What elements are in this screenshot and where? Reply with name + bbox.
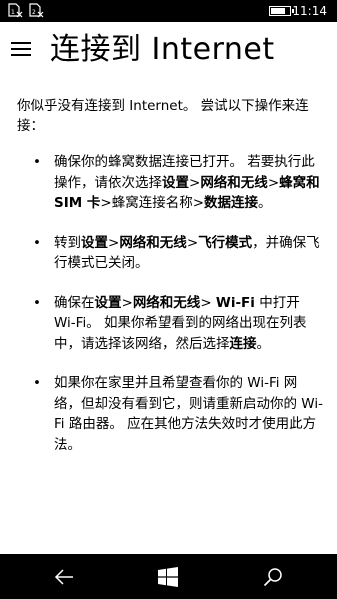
hamburger-menu-icon[interactable] [11, 42, 33, 58]
bullet-marker: • [33, 234, 41, 251]
bullet-marker: • [33, 294, 41, 311]
navigation-bar [0, 554, 337, 599]
tip-item: • 确保你的蜂窝数据连接已打开。 若要执行此操作，请依次选择设置>网络和无线>蜂窝… [0, 152, 337, 214]
tip-text: 。 [258, 195, 272, 211]
svg-text:1: 1 [11, 9, 15, 16]
search-button[interactable] [243, 554, 303, 599]
tip-item: • 如果你在家里并且希望查看你的 Wi-Fi 网络，但却没有看到它，则请重新启动你… [0, 373, 337, 455]
start-button[interactable] [138, 554, 198, 599]
tip-text: 确保在 [54, 294, 95, 311]
sim-slot-1-icon: 1 [8, 3, 23, 18]
tip-text: > [267, 174, 280, 191]
status-bar: 1 2 11:14 [0, 0, 337, 22]
tip-emphasis: 网络和无线 [119, 234, 187, 251]
intro-text: 你似乎没有连接到 Internet。 尝试以下操作来连接： [17, 98, 309, 134]
tip-text: > [121, 294, 133, 311]
tip-emphasis: 设置 [94, 294, 122, 311]
battery-icon [269, 6, 294, 16]
page-title: 连接到 Internet [50, 32, 275, 67]
tip-text: 。 [256, 335, 271, 352]
search-icon [263, 567, 282, 586]
svg-text:2: 2 [32, 9, 36, 16]
status-time: 11:14 [292, 4, 327, 18]
tip-item: • 确保在设置>网络和无线> Wi-Fi 中打开 Wi-Fi。 如果你希望看到的网… [0, 293, 337, 355]
back-button[interactable] [34, 554, 94, 599]
tip-text: >蜂窝连接名称> [100, 195, 205, 211]
tip-text: 如果你在家里并且希望查看你的 Wi-Fi 网络，但却没有看到它，则请重新启动你的… [54, 375, 323, 453]
tip-text: 转到 [54, 234, 81, 251]
tip-item: • 转到设置>网络和无线>飞行模式，并确保飞行模式已关闭。 [0, 233, 337, 274]
tip-text: > [108, 234, 120, 251]
tip-emphasis: 飞行模式 [198, 234, 253, 251]
troubleshooting-tips-list: • 确保你的蜂窝数据连接已打开。 若要执行此操作，请依次选择设置>网络和无线>蜂窝… [0, 152, 337, 474]
tip-text: > [186, 234, 199, 251]
tip-emphasis: 设置 [81, 234, 108, 251]
bullet-marker: • [33, 154, 41, 170]
sim-slot-2-icon: 2 [29, 3, 44, 18]
tip-emphasis: 数据连接 [204, 195, 259, 211]
windows-start-icon [158, 566, 178, 587]
tip-emphasis: 网络和无线 [200, 174, 268, 191]
tip-text: > [200, 294, 216, 311]
tip-emphasis: 设置 [162, 174, 189, 191]
tip-emphasis: Wi-Fi [215, 294, 255, 311]
back-arrow-icon [54, 568, 73, 585]
tip-emphasis: 网络和无线 [132, 294, 201, 311]
tip-text: > [189, 174, 201, 191]
bullet-marker: • [33, 375, 41, 391]
tip-emphasis: 连接 [229, 335, 257, 352]
